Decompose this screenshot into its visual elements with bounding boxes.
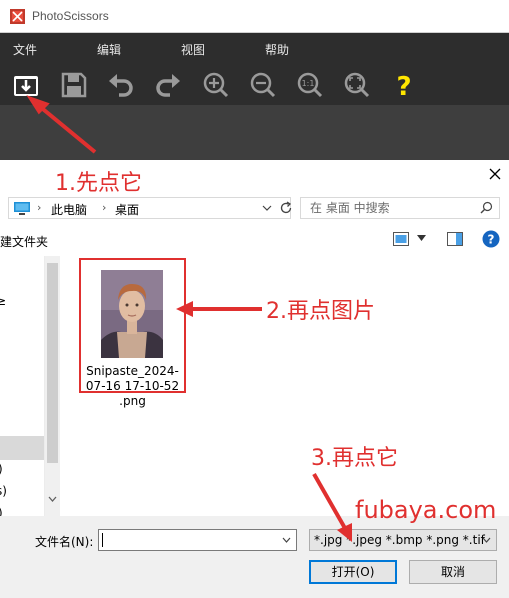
new-folder-button[interactable]: 新建文件夹 <box>0 233 48 250</box>
annotation-step-1: 1.先点它 <box>55 171 142 196</box>
app-logo-icon <box>10 9 25 24</box>
photoscissors-window: PhotoScissors 文件 编辑 视图 帮助 1:1 ? <box>0 0 509 160</box>
filename-label: 文件名(N): <box>35 535 94 549</box>
search-input[interactable] <box>301 198 481 218</box>
help-toolbar-button[interactable]: ? <box>390 71 418 102</box>
chevron-down-icon[interactable] <box>282 536 291 544</box>
nav-fragment[interactable]: ≥ <box>0 294 6 308</box>
fit-icon <box>344 72 370 98</box>
watermark-text: fubaya.com <box>355 496 497 524</box>
actual-size-button[interactable]: 1:1 <box>296 71 324 99</box>
view-options-icon[interactable] <box>393 232 409 246</box>
nav-scrollbar-thumb[interactable] <box>47 263 58 463</box>
actual-size-icon: 1:1 <box>297 72 323 98</box>
open-button[interactable]: 打开(O) <box>309 560 397 584</box>
scroll-down-icon[interactable] <box>48 496 57 503</box>
address-bar[interactable]: › 此电脑 › 桌面 <box>8 197 293 219</box>
text-cursor <box>102 533 103 547</box>
breadcrumb-this-pc[interactable]: 此电脑 <box>51 201 87 218</box>
address-row: › 此电脑 › 桌面 <box>0 193 509 223</box>
nav-fragment[interactable]: s) <box>0 484 7 498</box>
actual-size-label: 1:1 <box>302 79 315 88</box>
search-icon[interactable] <box>480 201 493 214</box>
menu-file[interactable]: 文件 <box>13 41 37 58</box>
toolbar: 1:1 ? <box>0 63 509 105</box>
close-icon[interactable] <box>487 166 503 182</box>
redo-icon <box>156 74 180 97</box>
caret-down-icon[interactable] <box>417 234 426 242</box>
cancel-button[interactable]: 取消 <box>409 560 497 584</box>
help-circle-icon[interactable]: ? <box>482 230 500 248</box>
preview-pane-icon[interactable] <box>447 232 463 246</box>
app-titlebar: PhotoScissors <box>0 0 509 33</box>
chevron-down-icon[interactable] <box>261 201 273 215</box>
help-icon: ? <box>396 72 411 102</box>
command-bar: 新建文件夹 ? <box>0 226 509 254</box>
fit-button[interactable] <box>343 71 371 99</box>
menu-edit[interactable]: 编辑 <box>97 41 121 58</box>
redo-button[interactable] <box>154 71 182 99</box>
navigation-pane: ≥ ) s) ) <box>0 256 45 520</box>
file-thumbnail <box>101 270 163 358</box>
save-button[interactable] <box>60 71 88 99</box>
zoom-in-button[interactable] <box>202 71 230 99</box>
search-box <box>300 197 500 219</box>
menubar: 文件 编辑 视图 帮助 <box>0 33 509 63</box>
app-title: PhotoScissors <box>32 9 109 23</box>
nav-selected-item[interactable] <box>0 436 44 460</box>
nav-fragment[interactable]: ) <box>0 462 3 476</box>
menu-view[interactable]: 视图 <box>181 41 205 58</box>
open-icon <box>14 76 38 96</box>
undo-button[interactable] <box>107 71 135 99</box>
filename-input[interactable] <box>98 529 297 551</box>
chevron-down-icon[interactable] <box>482 536 491 544</box>
file-item[interactable]: Snipaste_2024- 07-16 17-10-52 .png <box>79 258 186 408</box>
file-name-line: .png <box>119 394 146 408</box>
help-glyph: ? <box>396 72 411 99</box>
file-name-line: Snipaste_2024- <box>86 364 179 378</box>
zoom-out-icon <box>250 72 276 98</box>
zoom-in-icon <box>203 72 229 98</box>
open-button[interactable] <box>12 71 40 99</box>
filetype-select[interactable]: *.jpg *.jpeg *.bmp *.png *.tif <box>309 529 497 551</box>
undo-icon <box>109 74 133 97</box>
chevron-right-icon: › <box>37 201 42 214</box>
computer-icon <box>14 202 30 215</box>
zoom-out-button[interactable] <box>249 71 277 99</box>
dialog-footer: 文件名(N): *.jpg *.jpeg *.bmp *.png *.tif 打… <box>0 516 509 598</box>
breadcrumb-desktop[interactable]: 桌面 <box>115 201 139 218</box>
filetype-value: *.jpg *.jpeg *.bmp *.png *.tif <box>314 533 485 547</box>
file-name: Snipaste_2024- 07-16 17-10-52 .png <box>81 364 184 409</box>
annotation-step-2: 2.再点图片 <box>266 299 375 324</box>
menu-help[interactable]: 帮助 <box>265 41 289 58</box>
chevron-right-icon: › <box>102 201 107 214</box>
file-name-line: 07-16 17-10-52 <box>85 379 180 393</box>
refresh-icon[interactable] <box>279 201 293 215</box>
open-file-dialog: › 此电脑 › 桌面 新建文件夹 <box>0 160 509 598</box>
nav-scrollbar[interactable] <box>45 256 60 516</box>
canvas-area <box>0 105 509 160</box>
save-icon <box>61 72 87 98</box>
svg-text:?: ? <box>488 233 495 247</box>
annotation-step-3: 3.再点它 <box>311 446 398 471</box>
